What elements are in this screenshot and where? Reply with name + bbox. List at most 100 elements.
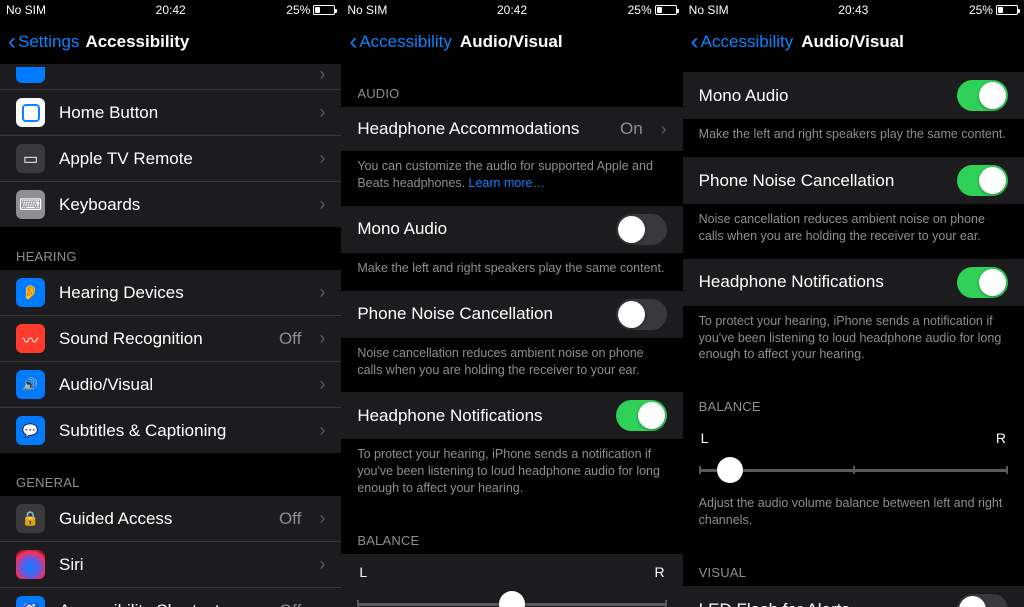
accessibility-icon: ♿ <box>16 596 45 607</box>
footer-hpnotif: To protect your hearing, iPhone sends a … <box>683 306 1024 378</box>
noise-cancellation-toggle[interactable] <box>616 299 667 330</box>
balance-left-label: L <box>359 564 367 580</box>
row-mono-audio: Mono Audio <box>683 72 1024 119</box>
chevron-right-icon: › <box>319 600 325 607</box>
page-title: Audio/Visual <box>801 32 904 52</box>
row-label: LED Flash for Alerts <box>699 600 943 607</box>
chevron-left-icon: ‹ <box>8 30 16 54</box>
row-headphone-notifications: Headphone Notifications <box>341 392 682 439</box>
noise-cancellation-toggle[interactable] <box>957 165 1008 196</box>
row-value: Off <box>279 329 301 349</box>
speaker-icon: 🔊 <box>16 370 45 399</box>
row-led-flash: LED Flash for Alerts <box>683 586 1024 607</box>
row-label: Subtitles & Captioning <box>59 421 301 441</box>
back-button[interactable]: ‹ Accessibility <box>691 30 794 54</box>
row-label: Apple TV Remote <box>59 149 301 169</box>
footer-noise: Noise cancellation reduces ambient noise… <box>683 204 1024 259</box>
row-label: Headphone Notifications <box>357 406 601 426</box>
status-time: 20:42 <box>341 3 682 17</box>
screen-audio-visual-1: No SIM 20:42 25% ‹ Accessibility Audio/V… <box>341 0 682 607</box>
row-value: Off <box>279 601 301 607</box>
row-label: Home Button <box>59 103 301 123</box>
chevron-right-icon: › <box>319 64 325 85</box>
chevron-left-icon: ‹ <box>349 30 357 54</box>
balance-slider-wrap: L R <box>683 420 1024 488</box>
row-keyboards[interactable]: ⌨ Keyboards › <box>0 182 341 227</box>
back-button[interactable]: ‹ Accessibility <box>349 30 452 54</box>
siri-icon <box>16 550 45 579</box>
chevron-right-icon: › <box>319 102 325 123</box>
row-home-button[interactable]: Home Button › <box>0 90 341 136</box>
balance-thumb[interactable] <box>717 457 743 483</box>
footer-balance: Adjust the audio volume balance between … <box>683 488 1024 543</box>
nav-bar: ‹ Accessibility Audio/Visual <box>683 20 1024 64</box>
chevron-right-icon: › <box>319 374 325 395</box>
footer-mono: Make the left and right speakers play th… <box>683 119 1024 157</box>
back-label: Accessibility <box>359 32 452 52</box>
row-label: Phone Noise Cancellation <box>699 171 943 191</box>
battery-fill <box>998 7 1003 13</box>
row-sound-recognition[interactable]: 〰 Sound Recognition Off › <box>0 316 341 362</box>
chevron-right-icon: › <box>319 194 325 215</box>
content-scroll[interactable]: Mono Audio Make the left and right speak… <box>683 64 1024 607</box>
battery-icon <box>655 5 677 15</box>
row-label: Mono Audio <box>357 219 601 239</box>
content-scroll[interactable]: Audio Headphone Accommodations On › You … <box>341 64 682 607</box>
row-appletv-remote[interactable]: ▭ Apple TV Remote › <box>0 136 341 182</box>
page-title: Audio/Visual <box>460 32 563 52</box>
battery-fill <box>315 7 320 13</box>
nav-bar: ‹ Settings Accessibility <box>0 20 341 64</box>
status-bar: No SIM 20:42 25% <box>341 0 682 20</box>
row-label: Guided Access <box>59 509 265 529</box>
content-scroll[interactable]: › Home Button › ▭ Apple TV Remote › ⌨ Ke… <box>0 64 341 607</box>
section-header-hearing: Hearing <box>0 227 341 270</box>
row-subtitles[interactable]: 💬 Subtitles & Captioning › <box>0 408 341 453</box>
row-phone-noise-cancellation: Phone Noise Cancellation <box>683 157 1024 204</box>
waveform-icon: 〰 <box>16 324 45 353</box>
row-guided-access[interactable]: 🔒 Guided Access Off › <box>0 496 341 542</box>
page-title: Accessibility <box>85 32 189 52</box>
chevron-right-icon: › <box>319 282 325 303</box>
headphone-notifications-toggle[interactable] <box>616 400 667 431</box>
chevron-right-icon: › <box>319 328 325 349</box>
nav-bar: ‹ Accessibility Audio/Visual <box>341 20 682 64</box>
partial-row[interactable]: › <box>0 64 341 90</box>
footer-mono: Make the left and right speakers play th… <box>341 253 682 291</box>
chevron-right-icon: › <box>319 508 325 529</box>
battery-icon <box>313 5 335 15</box>
appletv-remote-icon: ▭ <box>16 144 45 173</box>
ear-icon: 👂 <box>16 278 45 307</box>
row-hearing-devices[interactable]: 👂 Hearing Devices › <box>0 270 341 316</box>
status-time: 20:43 <box>683 3 1024 17</box>
back-button[interactable]: ‹ Settings <box>8 30 79 54</box>
row-mono-audio: Mono Audio <box>341 206 682 253</box>
row-label: Mono Audio <box>699 86 943 106</box>
row-label: Phone Noise Cancellation <box>357 304 601 324</box>
balance-thumb[interactable] <box>499 591 525 607</box>
mono-audio-toggle[interactable] <box>957 80 1008 111</box>
status-bar: No SIM 20:42 25% <box>0 0 341 20</box>
row-audio-visual[interactable]: 🔊 Audio/Visual › <box>0 362 341 408</box>
row-siri[interactable]: Siri › <box>0 542 341 588</box>
learn-more-link[interactable]: Learn more… <box>469 176 545 190</box>
back-label: Settings <box>18 32 79 52</box>
section-header-audio: Audio <box>341 64 682 107</box>
balance-slider[interactable] <box>357 590 666 607</box>
row-label: Headphone Accommodations <box>357 119 606 139</box>
battery-fill <box>657 7 662 13</box>
chevron-left-icon: ‹ <box>691 30 699 54</box>
lock-icon: 🔒 <box>16 504 45 533</box>
balance-slider-wrap: L R <box>341 554 682 607</box>
row-headphone-accommodations[interactable]: Headphone Accommodations On › <box>341 107 682 151</box>
led-flash-toggle[interactable] <box>957 594 1008 607</box>
footer-noise: Noise cancellation reduces ambient noise… <box>341 338 682 393</box>
back-label: Accessibility <box>701 32 794 52</box>
row-label: Keyboards <box>59 195 301 215</box>
headphone-notifications-toggle[interactable] <box>957 267 1008 298</box>
mono-audio-toggle[interactable] <box>616 214 667 245</box>
balance-left-label: L <box>701 430 709 446</box>
row-accessibility-shortcut[interactable]: ♿ Accessibility Shortcut Off › <box>0 588 341 607</box>
section-header-balance: Balance <box>683 377 1024 420</box>
balance-slider[interactable] <box>699 456 1008 484</box>
keyboards-icon: ⌨ <box>16 190 45 219</box>
